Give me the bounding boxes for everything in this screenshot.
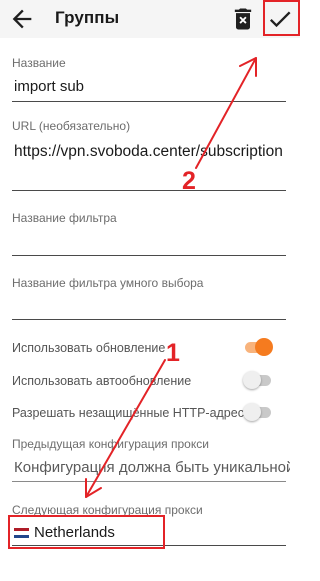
back-button[interactable]	[8, 5, 36, 33]
smart-filter-name-label: Название фильтра умного выбора	[12, 276, 204, 290]
smart-filter-name-underline	[12, 319, 286, 320]
use-auto-update-label: Использовать автообновление	[12, 374, 192, 388]
previous-proxy-field[interactable]	[12, 455, 286, 483]
name-underline	[12, 101, 286, 102]
use-update-label: Использовать обновление	[12, 341, 166, 355]
url-field[interactable]	[12, 137, 286, 191]
switch-thumb	[255, 338, 273, 356]
url-label: URL (необязательно)	[12, 119, 131, 133]
annotation-box-save	[263, 0, 300, 36]
previous-proxy-underline	[12, 481, 286, 482]
switch-thumb	[243, 403, 261, 421]
page-title: Группы	[55, 8, 120, 27]
switch-thumb	[243, 371, 261, 389]
name-field[interactable]	[12, 72, 286, 102]
annotation-number-2: 2	[182, 167, 196, 195]
allow-insecure-http-switch[interactable]	[243, 403, 273, 421]
app-bar: Группы	[0, 0, 300, 38]
smart-filter-name-field[interactable]	[12, 292, 286, 320]
trash-can-icon	[234, 8, 252, 30]
delete-button[interactable]	[229, 5, 257, 33]
use-auto-update-switch[interactable]	[243, 371, 273, 389]
filter-name-field[interactable]	[12, 228, 286, 256]
previous-proxy-label: Предыдущая конфигурация прокси	[12, 437, 209, 451]
filter-name-underline	[12, 255, 286, 256]
use-update-switch[interactable]	[243, 338, 273, 356]
annotation-box-next-proxy	[8, 515, 165, 549]
annotation-number-1: 1	[166, 339, 180, 367]
name-label: Название	[12, 56, 66, 70]
url-underline	[12, 190, 286, 191]
allow-insecure-http-label: Разрешать незащищённые HTTP-адреса	[12, 406, 251, 420]
filter-name-label: Название фильтра	[12, 211, 117, 225]
arrow-left-icon	[12, 9, 32, 29]
